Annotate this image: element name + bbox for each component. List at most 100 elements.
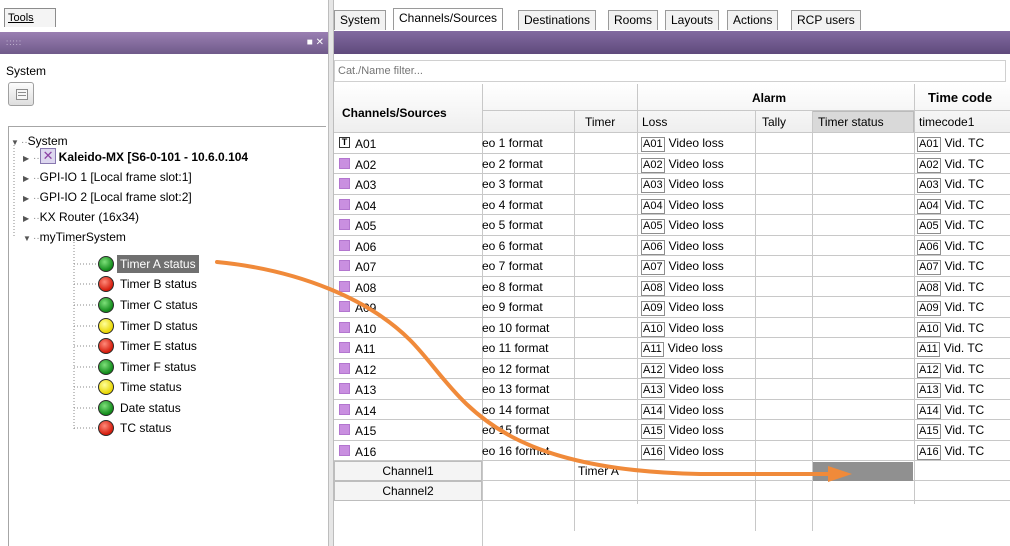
channel-cell[interactable]: A16 bbox=[336, 442, 479, 460]
header-timecode1[interactable]: timecode1 bbox=[919, 112, 974, 132]
channel-cell[interactable]: T A01 bbox=[336, 134, 479, 152]
tree-item-gpio1[interactable]: ▶ ··GPI-IO 1 [Local frame slot:1] bbox=[23, 167, 192, 187]
channel-cell[interactable]: A13 bbox=[336, 380, 479, 398]
loss-cell[interactable]: A09 Video loss bbox=[641, 297, 753, 317]
tools-tab[interactable]: Tools bbox=[4, 8, 56, 27]
tree-item-gpio2[interactable]: ▶ ··GPI-IO 2 [Local frame slot:2] bbox=[23, 187, 192, 207]
loss-cell[interactable]: A08 Video loss bbox=[641, 277, 753, 297]
loss-cell[interactable]: A02 Video loss bbox=[641, 154, 753, 174]
loss-cell[interactable]: A04 Video loss bbox=[641, 195, 753, 215]
timecode-cell[interactable]: A13 Vid. TC bbox=[917, 379, 1010, 399]
format-cell[interactable]: eo 14 format bbox=[482, 400, 572, 420]
format-cell[interactable]: eo 11 format bbox=[482, 338, 572, 358]
format-cell[interactable]: eo 13 format bbox=[482, 379, 572, 399]
collapse-icon[interactable]: ▼ bbox=[11, 133, 21, 153]
tab-destinations[interactable]: Destinations bbox=[518, 10, 597, 30]
loss-cell[interactable]: A07 Video loss bbox=[641, 256, 753, 276]
tab-system[interactable]: System bbox=[334, 10, 387, 30]
timecode-cell[interactable]: A12 Vid. TC bbox=[917, 359, 1010, 379]
grip-icon[interactable]: ::::: bbox=[6, 38, 22, 47]
channel-cell[interactable]: A06 bbox=[336, 237, 479, 255]
format-cell[interactable]: eo 9 format bbox=[482, 297, 572, 317]
tab-actions[interactable]: Actions bbox=[727, 10, 779, 30]
channel-cell[interactable]: A09 bbox=[336, 298, 479, 316]
timecode-cell[interactable]: A07 Vid. TC bbox=[917, 256, 1010, 276]
tree-item-kaleido[interactable]: ▶··Kaleido-MX [S6-0-101 - 10.6.0.104 bbox=[23, 146, 248, 169]
channel-cell[interactable]: A03 bbox=[336, 175, 479, 193]
channel-cell[interactable]: A07 bbox=[336, 257, 479, 275]
format-cell[interactable]: eo 2 format bbox=[482, 154, 572, 174]
header-timer[interactable]: Timer bbox=[585, 112, 615, 132]
tree-item-kx-router[interactable]: ▶ ··KX Router (16x34) bbox=[23, 207, 139, 227]
category-name-filter-input[interactable] bbox=[334, 60, 1006, 82]
header-tally[interactable]: Tally bbox=[762, 112, 786, 132]
timer-cell[interactable] bbox=[578, 481, 636, 501]
format-cell[interactable]: eo 15 format bbox=[482, 420, 572, 440]
system-view-button[interactable] bbox=[8, 82, 34, 106]
loss-cell[interactable]: A16 Video loss bbox=[641, 441, 753, 461]
tab-layouts[interactable]: Layouts bbox=[665, 10, 720, 30]
timer-status-drop-target[interactable] bbox=[813, 462, 913, 481]
header-alarm[interactable]: Alarm bbox=[752, 88, 786, 108]
timecode-cell[interactable]: A08 Vid. TC bbox=[917, 277, 1010, 297]
expand-icon[interactable]: ▶ bbox=[23, 149, 33, 169]
timecode-cell[interactable]: A09 Vid. TC bbox=[917, 297, 1010, 317]
channel-extra-cell[interactable]: Channel1 bbox=[334, 461, 482, 481]
collapse-icon[interactable]: ▼ bbox=[23, 229, 33, 249]
timecode-cell[interactable]: A05 Vid. TC bbox=[917, 215, 1010, 235]
expand-icon[interactable]: ▶ bbox=[23, 209, 33, 229]
timecode-cell[interactable]: A14 Vid. TC bbox=[917, 400, 1010, 420]
loss-cell[interactable]: A14 Video loss bbox=[641, 400, 753, 420]
loss-cell[interactable]: A01 Video loss bbox=[641, 133, 753, 153]
timecode-cell[interactable]: A10 Vid. TC bbox=[917, 318, 1010, 338]
header-timer-status[interactable]: Timer status bbox=[818, 112, 884, 132]
expand-icon[interactable]: ▶ bbox=[23, 169, 33, 189]
format-cell[interactable]: eo 5 format bbox=[482, 215, 572, 235]
channel-cell[interactable]: A08 bbox=[336, 278, 479, 296]
loss-cell[interactable]: A13 Video loss bbox=[641, 379, 753, 399]
window-buttons[interactable]: ■ ✕ bbox=[304, 36, 324, 50]
channel-cell[interactable]: A12 bbox=[336, 360, 479, 378]
header-loss[interactable]: Loss bbox=[642, 112, 667, 132]
timecode-cell[interactable]: A01 Vid. TC bbox=[917, 133, 1010, 153]
loss-cell[interactable]: A11 Video loss bbox=[641, 338, 753, 358]
format-cell[interactable]: eo 12 format bbox=[482, 359, 572, 379]
loss-cell[interactable]: A10 Video loss bbox=[641, 318, 753, 338]
channel-cell[interactable]: A15 bbox=[336, 421, 479, 439]
header-channels-sources[interactable]: Channels/Sources bbox=[342, 103, 447, 123]
loss-cell[interactable]: A12 Video loss bbox=[641, 359, 753, 379]
tab-channels-sources[interactable]: Channels/Sources bbox=[393, 8, 504, 30]
timecode-cell[interactable]: A02 Vid. TC bbox=[917, 154, 1010, 174]
channel-cell[interactable]: A14 bbox=[336, 401, 479, 419]
format-cell[interactable]: eo 10 format bbox=[482, 318, 572, 338]
timecode-cell[interactable]: A06 Vid. TC bbox=[917, 236, 1010, 256]
format-cell[interactable]: eo 3 format bbox=[482, 174, 572, 194]
loss-cell[interactable]: A06 Video loss bbox=[641, 236, 753, 256]
timecode-cell[interactable]: A16 Vid. TC bbox=[917, 441, 1010, 461]
channel-cell[interactable]: A02 bbox=[336, 155, 479, 173]
format-cell[interactable]: eo 6 format bbox=[482, 236, 572, 256]
tab-rooms[interactable]: Rooms bbox=[608, 10, 659, 30]
timecode-cell[interactable]: A11 Vid. TC bbox=[917, 338, 1010, 358]
timecode-cell[interactable]: A04 Vid. TC bbox=[917, 195, 1010, 215]
tree-item-mytimersystem[interactable]: ▼ ··myTimerSystem bbox=[23, 227, 126, 247]
header-time-code[interactable]: Time code bbox=[928, 88, 992, 108]
channel-cell[interactable]: A10 bbox=[336, 319, 479, 337]
channel-extra-cell[interactable]: Channel2 bbox=[334, 481, 482, 501]
channel-cell[interactable]: A04 bbox=[336, 196, 479, 214]
channel-cell[interactable]: A05 bbox=[336, 216, 479, 234]
tab-rcp-users[interactable]: RCP users bbox=[791, 10, 861, 30]
expand-icon[interactable]: ▶ bbox=[23, 189, 33, 209]
format-cell[interactable]: eo 7 format bbox=[482, 256, 572, 276]
format-cell[interactable]: eo 8 format bbox=[482, 277, 572, 297]
channel-cell[interactable]: A11 bbox=[336, 339, 479, 357]
loss-cell[interactable]: A15 Video loss bbox=[641, 420, 753, 440]
timecode-cell[interactable]: A15 Vid. TC bbox=[917, 420, 1010, 440]
format-cell[interactable]: eo 16 format bbox=[482, 441, 572, 461]
loss-cell[interactable]: A05 Video loss bbox=[641, 215, 753, 235]
format-cell[interactable]: eo 4 format bbox=[482, 195, 572, 215]
timer-cell[interactable]: Timer A bbox=[578, 461, 636, 481]
timecode-cell[interactable]: A03 Vid. TC bbox=[917, 174, 1010, 194]
loss-cell[interactable]: A03 Video loss bbox=[641, 174, 753, 194]
format-cell[interactable]: eo 1 format bbox=[482, 133, 572, 153]
